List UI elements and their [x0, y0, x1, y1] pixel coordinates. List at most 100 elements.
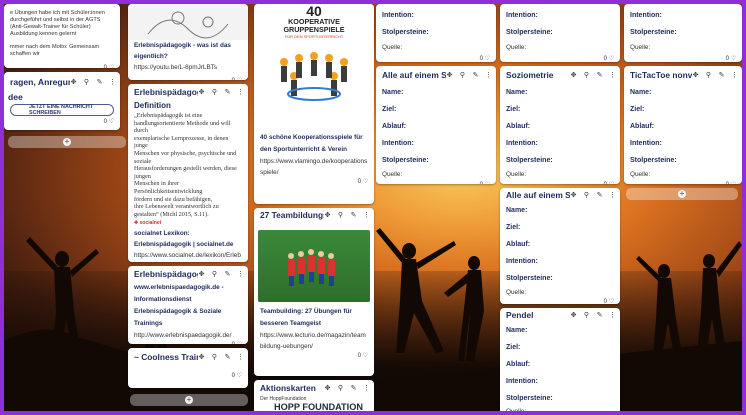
more-icon[interactable]: ⋮ [609, 191, 616, 199]
post-card[interactable]: Erlebnispädagogik - was ist das eigentli… [128, 4, 248, 80]
move-icon[interactable]: ✥ [570, 191, 577, 199]
edit-icon[interactable]: ✎ [472, 71, 479, 79]
search-icon[interactable]: ⚲ [705, 71, 712, 79]
edit-icon[interactable]: ✎ [596, 311, 603, 319]
move-icon[interactable]: ✥ [198, 88, 205, 96]
like-counter[interactable]: 0 ♡ [500, 298, 620, 304]
search-icon[interactable]: ⚲ [337, 211, 344, 219]
post-link[interactable]: https://www.socialnet.de/lexikon/Erlebni… [128, 250, 248, 262]
like-counter[interactable]: 0 ♡ [624, 55, 742, 62]
edit-icon[interactable]: ✎ [596, 191, 603, 199]
heart-icon[interactable]: ♡ [731, 182, 736, 184]
more-icon[interactable]: ⋮ [237, 353, 244, 361]
heart-icon[interactable]: ♡ [609, 299, 614, 304]
heart-icon[interactable]: ♡ [731, 56, 736, 62]
post-card[interactable]: Erlebnispädagogik ✥ ⚲ ✎ ⋮ Definition „Erleb… [128, 84, 248, 262]
post-card[interactable]: Alle auf einem Stuhl ✥ ⚲ ✎ ⋮ Name: Ziel: Ab… [376, 66, 496, 184]
heart-icon[interactable]: ♡ [609, 56, 614, 62]
like-counter[interactable]: 0 ♡ [128, 77, 248, 80]
more-icon[interactable]: ⋮ [363, 384, 370, 392]
heart-icon[interactable]: ♡ [109, 119, 114, 125]
search-icon[interactable]: ⚲ [583, 191, 590, 199]
edit-icon[interactable]: ✎ [596, 71, 603, 79]
more-icon[interactable]: ⋮ [485, 71, 492, 79]
move-icon[interactable]: ✥ [70, 78, 77, 86]
post-card[interactable]: Aktionskarten ✥ ⚲ ✎ ⋮ Der HoppFoundation HO… [254, 380, 374, 411]
move-icon[interactable]: ✥ [692, 71, 699, 79]
post-card[interactable]: Intention: Stolpersteine: Quelle: 0 ♡ [500, 4, 620, 62]
more-icon[interactable]: ⋮ [109, 78, 116, 86]
heart-icon[interactable]: ♡ [237, 342, 242, 344]
like-counter[interactable]: 0 ♡ [4, 64, 120, 68]
heart-icon[interactable]: ♡ [485, 182, 490, 184]
heart-icon[interactable]: ♡ [109, 65, 114, 68]
edit-icon[interactable]: ✎ [350, 384, 357, 392]
field-quelle: Quelle: [630, 44, 651, 51]
heart-icon[interactable]: ♡ [485, 56, 490, 62]
like-counter[interactable]: 0 ♡ [128, 372, 248, 382]
post-card[interactable]: Alle auf einem Stuhl ✥ ⚲ ✎ ⋮ Name: Ziel: Ab… [500, 188, 620, 304]
add-post-button[interactable]: + [8, 136, 126, 148]
edit-icon[interactable]: ✎ [96, 78, 103, 86]
edit-icon[interactable]: ✎ [718, 71, 725, 79]
more-icon[interactable]: ⋮ [237, 88, 244, 96]
heart-icon[interactable]: ♡ [609, 182, 614, 184]
more-icon[interactable]: ⋮ [237, 270, 244, 278]
like-counter[interactable]: 0 ♡ [624, 181, 742, 184]
search-icon[interactable]: ⚲ [583, 71, 590, 79]
like-counter[interactable]: 0 ♡ [500, 181, 620, 184]
more-icon[interactable]: ⋮ [363, 211, 370, 219]
post-card[interactable]: Intention: Stolpersteine: Quelle: 0 ♡ [376, 4, 496, 62]
move-icon[interactable]: ✥ [198, 353, 205, 361]
more-icon[interactable]: ⋮ [609, 311, 616, 319]
post-text: mmer nach dem Motto: Gemeinsam schaffen … [10, 44, 100, 57]
heart-icon[interactable]: ♡ [237, 78, 242, 80]
move-icon[interactable]: ✥ [570, 71, 577, 79]
post-card[interactable]: Erlebnispädagogik ✥ ⚲ ✎ ⋮ www.erlebnispaeda… [128, 266, 248, 344]
move-icon[interactable]: ✥ [570, 311, 577, 319]
post-card[interactable]: 40 KOOPERATIVE GRUPPENSPIELE FÜR DEN SPO… [254, 4, 374, 204]
post-card[interactable]: Soziometrie ✥ ⚲ ✎ ⋮ Name: Ziel: Ablauf: Int… [500, 66, 620, 184]
heart-icon[interactable]: ♡ [363, 179, 368, 185]
edit-icon[interactable]: ✎ [224, 353, 231, 361]
like-counter[interactable]: 0 ♡ [500, 55, 620, 62]
move-icon[interactable]: ✥ [198, 270, 205, 278]
post-card[interactable]: ragen, Anregungen, ✥ ⚲ ✎ ⋮ dee JETZT EINE N… [4, 72, 120, 130]
post-card[interactable]: 27 Teambildungs Übungen ✥ ⚲ ✎ ⋮ Teambuildin… [254, 208, 374, 376]
more-icon[interactable]: ⋮ [731, 71, 738, 79]
heart-icon[interactable]: ♡ [237, 373, 242, 379]
search-icon[interactable]: ⚲ [459, 71, 466, 79]
search-icon[interactable]: ⚲ [211, 353, 218, 361]
search-icon[interactable]: ⚲ [583, 311, 590, 319]
move-icon[interactable]: ✥ [324, 211, 331, 219]
like-counter[interactable]: 0 ♡ [128, 341, 248, 344]
edit-icon[interactable]: ✎ [224, 88, 231, 96]
like-counter[interactable]: 0 ♡ [376, 55, 496, 62]
like-counter[interactable]: 0 ♡ [4, 118, 120, 128]
write-message-button[interactable]: JETZT EINE NACHRICHT SCHREIBEN [10, 104, 114, 116]
search-icon[interactable]: ⚲ [211, 88, 218, 96]
post-link[interactable]: https://www.vlamingo.de/kooperationsspie… [254, 156, 374, 178]
heart-icon[interactable]: ♡ [363, 353, 368, 359]
post-card[interactable]: Intention: Stolpersteine: Quelle: 0 ♡ [624, 4, 742, 62]
post-card[interactable]: ~ Coolness Training ✥ ⚲ ✎ ⋮ 0 ♡ [128, 348, 248, 388]
post-card[interactable]: TicTacToe nonverbal ✥ ⚲ ✎ ⋮ Name: Ziel: Abl… [624, 66, 742, 184]
post-link[interactable]: http://www.erlebnispaedagogik.de/ [128, 330, 248, 341]
search-icon[interactable]: ⚲ [211, 270, 218, 278]
like-counter[interactable]: 0 ♡ [254, 178, 374, 188]
add-post-button[interactable]: + [626, 188, 738, 200]
edit-icon[interactable]: ✎ [224, 270, 231, 278]
like-counter[interactable]: 0 ♡ [376, 181, 496, 184]
post-card[interactable]: e Übungen habe ich mit Schüler:innen dur… [4, 4, 120, 68]
post-link[interactable]: https://youtu.be/L-8pmJrLBTs [128, 62, 248, 73]
like-counter[interactable]: 0 ♡ [254, 352, 374, 362]
edit-icon[interactable]: ✎ [350, 211, 357, 219]
move-icon[interactable]: ✥ [324, 384, 331, 392]
move-icon[interactable]: ✥ [446, 71, 453, 79]
more-icon[interactable]: ⋮ [609, 71, 616, 79]
add-post-button[interactable]: + [130, 394, 248, 406]
search-icon[interactable]: ⚲ [337, 384, 344, 392]
search-icon[interactable]: ⚲ [83, 78, 90, 86]
post-link[interactable]: https://www.lecturio.de/magazin/teambild… [254, 330, 374, 352]
post-card[interactable]: Pendel ✥ ⚲ ✎ ⋮ Name: Ziel: Ablauf: Intentio… [500, 308, 620, 411]
